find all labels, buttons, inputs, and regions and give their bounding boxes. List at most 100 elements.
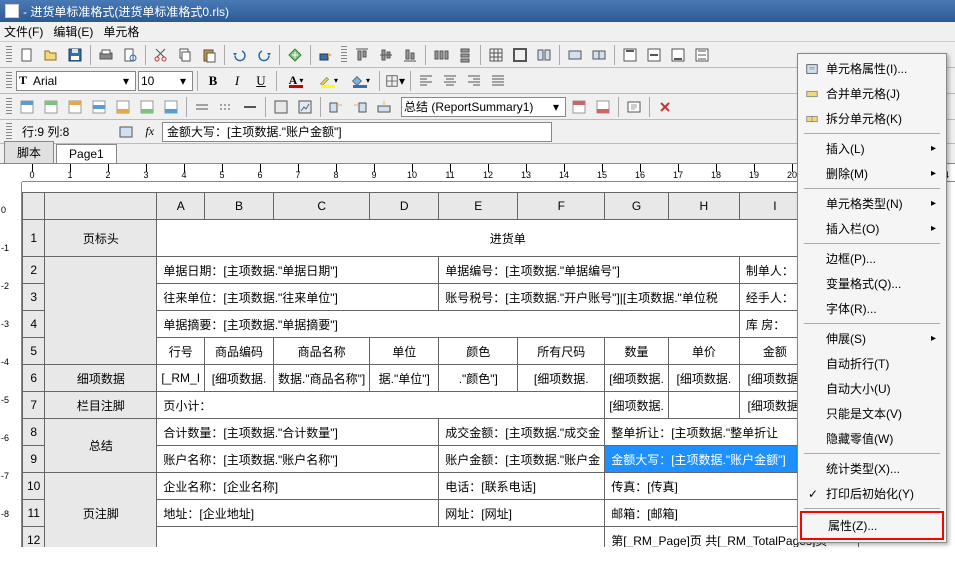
section-add-button[interactable] <box>568 96 590 118</box>
col-header[interactable]: G <box>605 193 669 220</box>
align-right-button[interactable] <box>463 70 485 92</box>
link-btn-1[interactable] <box>325 96 347 118</box>
merge-button[interactable] <box>564 44 586 66</box>
link-btn-2[interactable] <box>349 96 371 118</box>
dist-h-button[interactable] <box>430 44 452 66</box>
section-btn-3[interactable] <box>64 96 86 118</box>
data-cell[interactable]: 往来单位：[主项数据."往来单位"] <box>157 284 439 311</box>
grid-button[interactable] <box>485 44 507 66</box>
italic-button[interactable]: I <box>226 70 248 92</box>
align-left-button[interactable] <box>415 70 437 92</box>
menu-stat-type[interactable]: 统计类型(X)... <box>800 456 944 481</box>
col-header[interactable]: F <box>518 193 605 220</box>
section-btn-5[interactable] <box>112 96 134 118</box>
data-cell[interactable]: [细项数据. <box>605 392 669 419</box>
align-center-button[interactable] <box>439 70 461 92</box>
section-label[interactable] <box>45 257 157 365</box>
menu-split-cells[interactable]: 拆分单元格(K) <box>800 106 944 131</box>
align-top-button[interactable] <box>351 44 373 66</box>
undo-button[interactable] <box>229 44 251 66</box>
align-vcenter-button[interactable] <box>375 44 397 66</box>
data-cell[interactable]: 单据日期：[主项数据."单据日期"] <box>157 257 439 284</box>
bold-button[interactable]: B <box>202 70 224 92</box>
highlight-color-button[interactable]: ▾ <box>313 70 343 92</box>
link-btn-3[interactable] <box>373 96 395 118</box>
cut-button[interactable] <box>150 44 172 66</box>
colwidth-button[interactable] <box>533 44 555 66</box>
data-cell[interactable] <box>668 392 739 419</box>
section-label[interactable]: 页注脚 <box>45 473 157 548</box>
chevron-down-icon[interactable]: ▾ <box>176 72 190 90</box>
font-family-combo[interactable]: T Arial ▾ <box>16 71 136 91</box>
data-cell[interactable]: [_RM_I <box>157 365 205 392</box>
save-button[interactable] <box>64 44 86 66</box>
dist-v-button[interactable] <box>454 44 476 66</box>
col-header[interactable]: B <box>205 193 274 220</box>
tab-page1[interactable]: Page1 <box>56 144 117 163</box>
data-cell[interactable]: 单据摘要：[主项数据."单据摘要"] <box>157 311 740 338</box>
border-style-button[interactable]: ▾ <box>384 70 406 92</box>
new-button[interactable] <box>16 44 38 66</box>
insert-obj-1[interactable] <box>270 96 292 118</box>
data-cell[interactable]: 账号税号：[主项数据."开户账号"]|[主项数据."单位税 <box>439 284 740 311</box>
data-cell[interactable]: 数量 <box>605 338 669 365</box>
cell-top-button[interactable] <box>619 44 641 66</box>
row-header[interactable]: 9 <box>23 446 45 473</box>
data-cell[interactable]: 颜色 <box>439 338 518 365</box>
menu-merge-cells[interactable]: 合并单元格(J) <box>800 81 944 106</box>
col-header[interactable]: H <box>668 193 739 220</box>
menu-var-format[interactable]: 变量格式(Q)... <box>800 271 944 296</box>
section-btn-6[interactable] <box>136 96 158 118</box>
section-remove-button[interactable] <box>592 96 614 118</box>
report-title-cell[interactable]: 进货单 <box>157 220 859 257</box>
chevron-down-icon[interactable]: ▾ <box>119 72 133 90</box>
menu-cell-props[interactable]: 单元格属性(I)... <box>800 56 944 81</box>
menu-cell-type[interactable]: 单元格类型(N) <box>800 191 944 216</box>
font-size-combo[interactable]: 10 ▾ <box>138 71 193 91</box>
data-cell[interactable]: 企业名称：[企业名称] <box>157 473 439 500</box>
data-cell[interactable]: 所有尺码 <box>518 338 605 365</box>
data-cell[interactable]: 网址：[网址] <box>439 500 605 527</box>
data-cell[interactable]: 合计数量：[主项数据."合计数量"] <box>157 419 439 446</box>
row-header[interactable]: 2 <box>23 257 45 284</box>
align-justify-button[interactable] <box>487 70 509 92</box>
font-color-button[interactable]: A▾ <box>281 70 311 92</box>
menu-cell[interactable]: 单元格 <box>103 23 139 40</box>
section-btn-7[interactable] <box>160 96 182 118</box>
split-button[interactable] <box>588 44 610 66</box>
report-grid[interactable]: A B C D E F G H I J 1 页标头 进货单 2 单据日期：[主项… <box>22 192 859 547</box>
col-header[interactable]: D <box>370 193 439 220</box>
tab-script[interactable]: 脚本 <box>4 141 54 163</box>
linestyle-btn-3[interactable] <box>239 96 261 118</box>
row-header[interactable]: 3 <box>23 284 45 311</box>
data-cell[interactable]: 行号 <box>157 338 205 365</box>
data-cell[interactable]: [细项数据. <box>518 365 605 392</box>
menu-insert[interactable]: 插入(L) <box>800 136 944 161</box>
row-header[interactable]: 10 <box>23 473 45 500</box>
menu-edit[interactable]: 编辑(E) <box>53 23 93 40</box>
row-header[interactable]: 7 <box>23 392 45 419</box>
section-label[interactable]: 页标头 <box>45 220 157 257</box>
data-cell[interactable]: 账户金额：[主项数据."账户金 <box>439 446 605 473</box>
menu-file[interactable]: 文件(F) <box>4 23 43 40</box>
section-label[interactable]: 细项数据 <box>45 365 157 392</box>
fill-color-button[interactable]: ▾ <box>345 70 375 92</box>
data-cell[interactable]: 成交金额：[主项数据."成交金 <box>439 419 605 446</box>
print-button[interactable] <box>95 44 117 66</box>
find-button[interactable] <box>284 44 306 66</box>
border-button[interactable] <box>509 44 531 66</box>
data-cell[interactable]: [细项数据. <box>668 365 739 392</box>
data-cell[interactable]: 单据编号：[主项数据."单据编号"] <box>439 257 740 284</box>
data-cell[interactable]: 页小计： <box>157 392 605 419</box>
section-btn-1[interactable] <box>16 96 38 118</box>
section-btn-4[interactable] <box>88 96 110 118</box>
row-header[interactable]: 4 <box>23 311 45 338</box>
insert-obj-2[interactable] <box>294 96 316 118</box>
report-settings-button[interactable] <box>623 96 645 118</box>
row-header[interactable]: 5 <box>23 338 45 365</box>
data-cell[interactable]: 商品名称 <box>274 338 370 365</box>
menu-font[interactable]: 字体(R)... <box>800 296 944 321</box>
menu-insert-col[interactable]: 插入栏(O) <box>800 216 944 241</box>
chevron-down-icon[interactable]: ▾ <box>549 98 563 116</box>
col-header[interactable]: C <box>274 193 370 220</box>
